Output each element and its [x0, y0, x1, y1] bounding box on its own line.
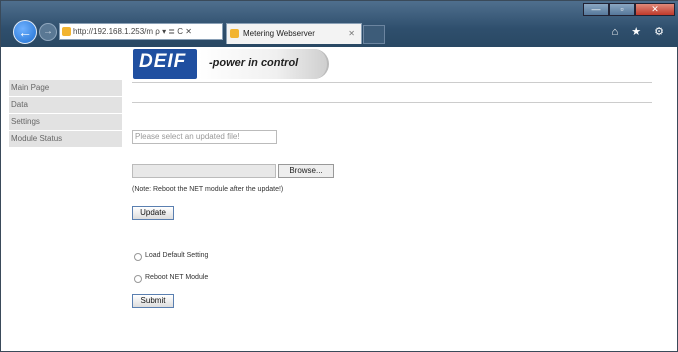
- window-controls: — ▫ ✕: [583, 3, 675, 16]
- file-message-field: Please select an updated file!: [132, 130, 277, 144]
- browser-tools-icons[interactable]: ⌂ ★ ⚙: [612, 25, 669, 38]
- close-window-button[interactable]: ✕: [635, 3, 675, 16]
- file-path-input[interactable]: [132, 164, 276, 178]
- sidebar-item-module-status[interactable]: Module Status: [9, 131, 122, 147]
- sidebar-item-data[interactable]: Data: [9, 97, 122, 113]
- submit-button[interactable]: Submit: [132, 294, 174, 308]
- back-button[interactable]: ←: [13, 20, 37, 44]
- browser-window: — ▫ ✕ ← → http://192.168.1.253/m ρ ▾ ≣ C…: [0, 0, 678, 352]
- sidebar-item-settings[interactable]: Settings: [9, 114, 122, 130]
- browser-chrome: — ▫ ✕ ← → http://192.168.1.253/m ρ ▾ ≣ C…: [1, 1, 678, 47]
- content-divider: [132, 102, 652, 103]
- load-default-radio[interactable]: [134, 253, 142, 261]
- reboot-label: Reboot NET Module: [145, 274, 209, 281]
- sidebar-item-main-page[interactable]: Main Page: [9, 80, 122, 96]
- address-text: http://192.168.1.253/m: [73, 27, 154, 36]
- page-header: DEIF -power in control: [131, 47, 661, 82]
- minimize-button[interactable]: —: [583, 3, 609, 16]
- page-content: DEIF -power in control Main Page Data Se…: [9, 47, 675, 349]
- tab-title: Metering Webserver: [243, 29, 315, 38]
- forward-button[interactable]: →: [39, 23, 57, 41]
- tab-close-icon[interactable]: ✕: [348, 24, 355, 43]
- reboot-note: (Note: Reboot the NET module after the u…: [132, 186, 284, 193]
- reboot-radio[interactable]: [134, 275, 142, 283]
- sidebar-nav: Main Page Data Settings Module Status: [9, 80, 122, 148]
- new-tab-button[interactable]: [363, 25, 385, 44]
- address-actions[interactable]: ρ ▾ ≣ C ✕: [155, 27, 192, 36]
- address-bar[interactable]: http://192.168.1.253/m ρ ▾ ≣ C ✕: [59, 23, 223, 40]
- logo-tagline: -power in control: [209, 57, 299, 69]
- browse-button[interactable]: Browse...: [278, 164, 334, 178]
- update-button[interactable]: Update: [132, 206, 174, 220]
- tab-favicon-icon: [230, 29, 239, 38]
- header-divider: [132, 82, 652, 83]
- deif-logo: DEIF -power in control: [133, 49, 329, 79]
- page-favicon-icon: [62, 27, 71, 36]
- maximize-button[interactable]: ▫: [609, 3, 635, 16]
- load-default-label: Load Default Setting: [145, 252, 209, 259]
- logo-brand: DEIF: [139, 51, 187, 72]
- tab-metering-webserver[interactable]: Metering Webserver ✕: [226, 23, 362, 44]
- logo-badge: DEIF: [133, 49, 197, 79]
